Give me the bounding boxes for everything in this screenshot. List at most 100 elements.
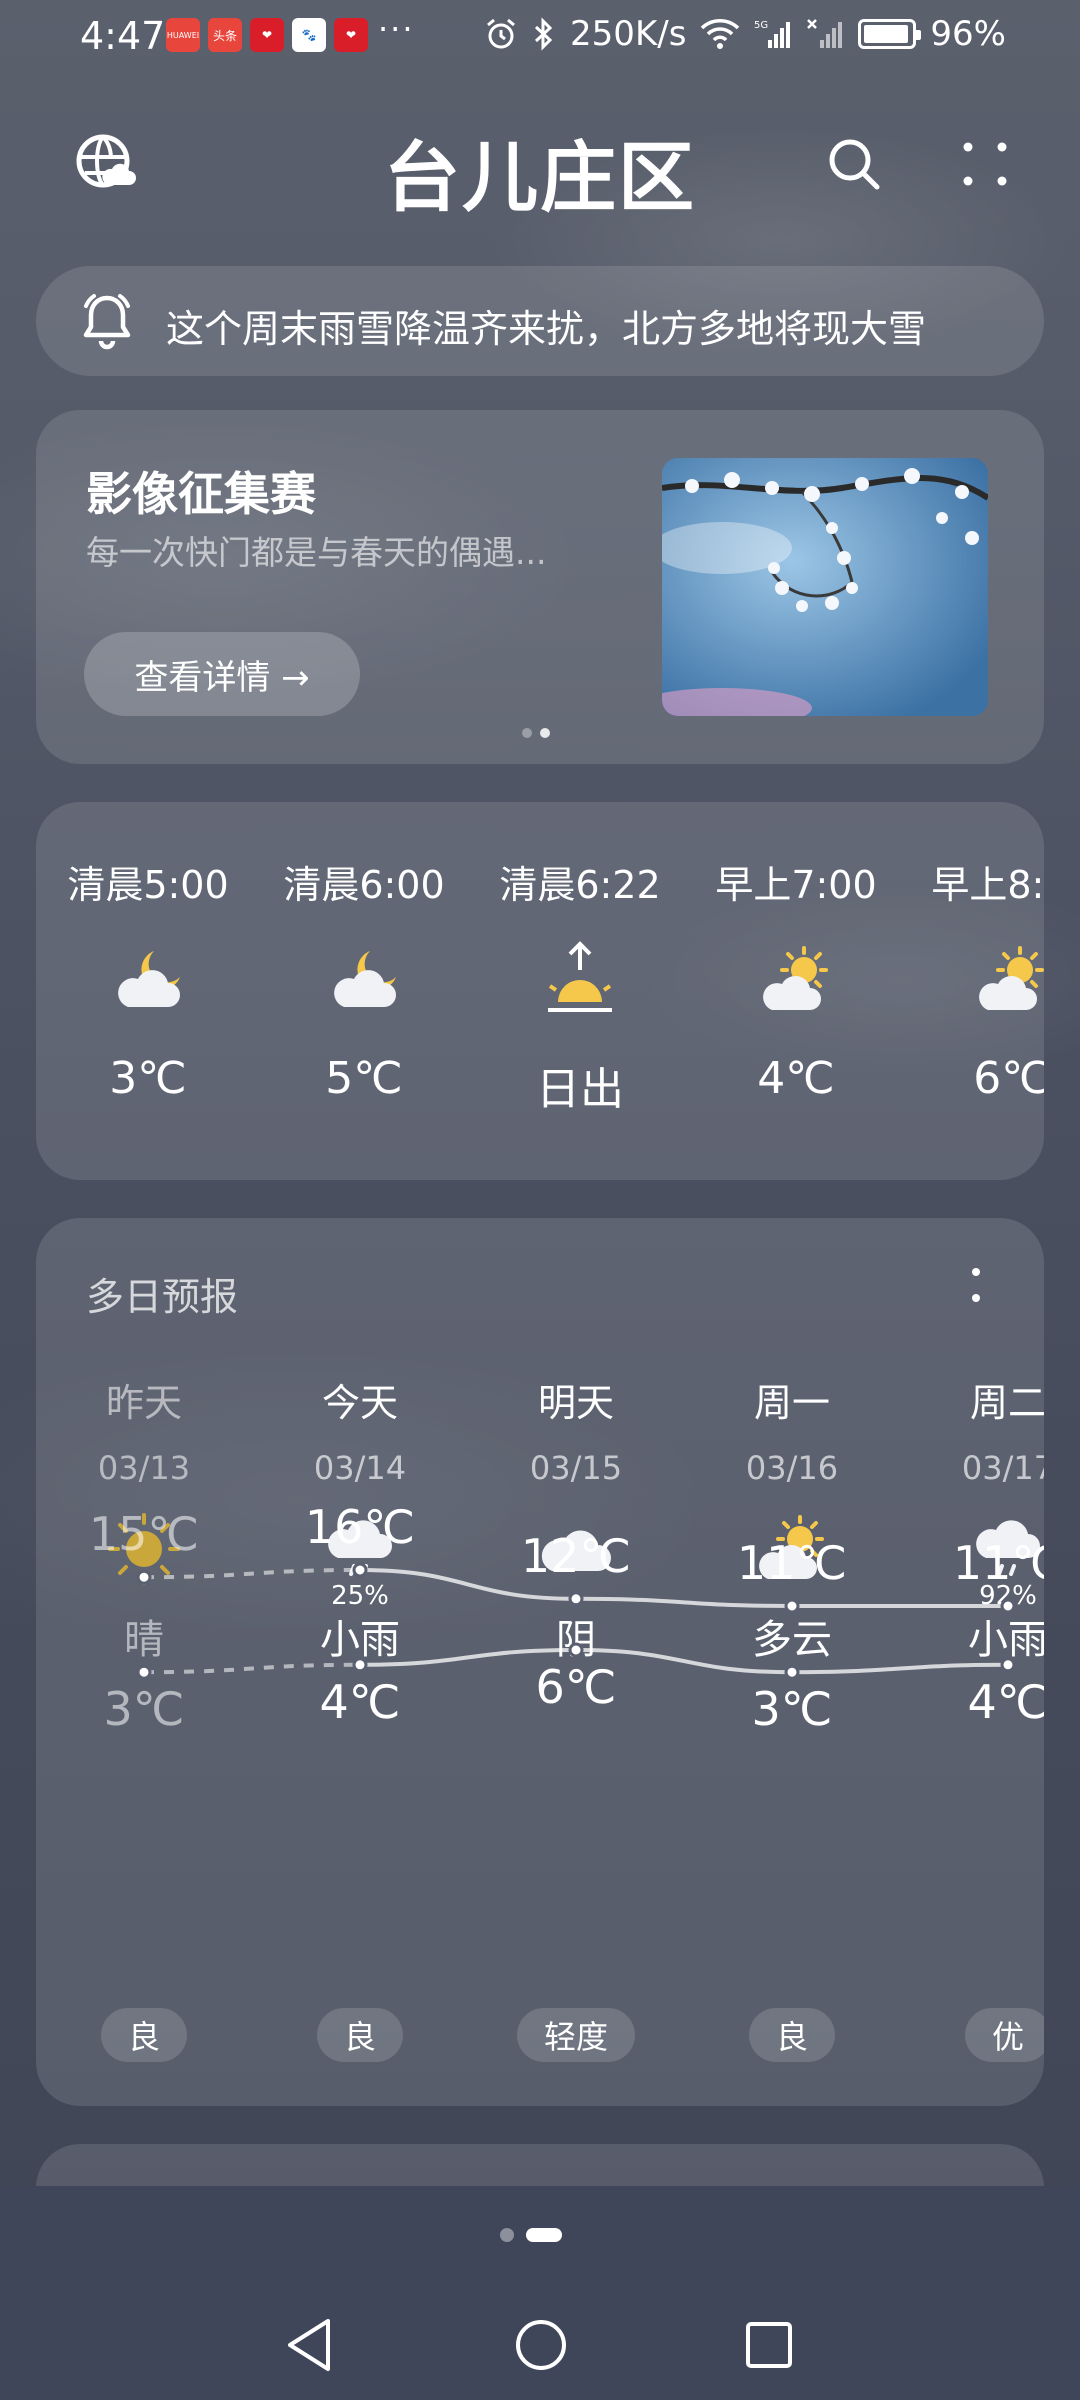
hour-temp: 6℃ (973, 1053, 1044, 1104)
day-date: 03/13 (97, 1449, 191, 1487)
hourly-item: 早上8:00 6℃ (912, 854, 1044, 1104)
carousel-indicator (522, 728, 550, 738)
hour-time: 清晨6:22 (499, 863, 661, 907)
low-temp-label: 6℃ (535, 1660, 617, 1714)
battery-icon (858, 19, 922, 49)
day-label: 明天 (537, 1381, 614, 1425)
weather-label: 晴 (124, 1617, 164, 1663)
view-details-button[interactable]: 查看详情 → (84, 632, 360, 716)
hour-time: 清晨5:00 (67, 863, 229, 907)
more-dots-icon (963, 142, 1007, 186)
app-header: 台儿庄区 (0, 110, 1080, 222)
home-button[interactable] (506, 2310, 576, 2380)
sunrise-icon (548, 941, 612, 1012)
aqi-badge: 良 (101, 2008, 187, 2062)
hour-temp: 4℃ (757, 1053, 835, 1104)
past-temp-line (143, 1662, 361, 1675)
low-temp-label: 3℃ (751, 1682, 833, 1737)
search-icon (829, 139, 880, 190)
status-bar: 4:47 HUAWEI 头条 ❤ 🐾 ❤ ··· 250K/s 5G 96% (0, 0, 1080, 72)
back-button[interactable] (274, 2310, 344, 2380)
hour-temp: 5℃ (325, 1053, 403, 1104)
more-menu-button[interactable] (945, 124, 1025, 204)
toutiao-app-icon: 头条 (208, 18, 242, 52)
huawei-app-icon: HUAWEI (166, 18, 200, 52)
city-title: 台儿庄区 (384, 133, 696, 222)
hourly-item: 清晨6:00 5℃ (264, 854, 464, 1104)
back-triangle-icon (288, 2319, 330, 2371)
page-indicator (500, 2228, 562, 2242)
high-temp-label: 11℃ (952, 1536, 1044, 1590)
day-column[interactable]: 明天 03/15 阴 (476, 1372, 676, 1665)
baidu-app-icon: 🐾 (292, 18, 326, 52)
battery-percent: 96% (930, 14, 1006, 54)
moon-cloud-icon (118, 951, 180, 1007)
hour-time: 清晨6:00 (283, 863, 445, 907)
weather-label: 小雨 (320, 1617, 400, 1663)
bluetooth-icon (535, 17, 553, 51)
network-speed: 250K/s (570, 14, 687, 54)
sun-cloud-icon (763, 946, 828, 1010)
photo-contest-card[interactable]: 影像征集赛 每一次快门都是与春天的偶遇... 查看详情 → (36, 410, 1044, 764)
aqi-badge: 优 (965, 2008, 1044, 2062)
daily-forecast-card[interactable]: 多日预报 昨天 03/13 晴 今天 03/14 25% 小雨 明天 03/15… (36, 1218, 1044, 2106)
alarm-icon (487, 18, 516, 49)
aqi-badge: 良 (749, 2008, 835, 2062)
search-button[interactable] (814, 124, 894, 204)
precip-chance: 25% (331, 1581, 389, 1611)
hourly-item: 早上7:00 4℃ (696, 854, 896, 1104)
high-temp-label: 15℃ (88, 1507, 200, 1562)
heart-app-icon: ❤ (334, 18, 368, 52)
hour-time: 早上8:00 (931, 863, 1044, 907)
low-temp-label: 3℃ (103, 1682, 185, 1737)
day-label: 周一 (753, 1381, 830, 1425)
recents-button[interactable] (734, 2310, 804, 2380)
hour-temp: 3℃ (109, 1053, 187, 1104)
weather-label: 阴 (556, 1617, 596, 1663)
news-headline: 这个周末雨雪降温齐来扰，北方多地将现大雪 (166, 307, 927, 351)
heart-app-icon: ❤ (250, 18, 284, 52)
daily-forecast-title: 多日预报 (86, 1275, 239, 1319)
temp-point (136, 1664, 152, 1680)
high-temp-label: 11℃ (736, 1536, 848, 1590)
sunrise-label: 日出 (536, 1064, 624, 1115)
day-column[interactable]: 周二 03/17 92% 小雨 (908, 1372, 1044, 1665)
high-temp-label: 16℃ (304, 1500, 416, 1554)
status-indicators: 250K/s 5G 96% (484, 14, 1006, 54)
notification-app-icons: HUAWEI 头条 ❤ 🐾 ❤ (166, 18, 368, 52)
weather-label: 多云 (752, 1617, 832, 1663)
promo-subtitle: 每一次快门都是与春天的偶遇... (86, 533, 547, 572)
day-date: 03/16 (745, 1449, 839, 1487)
hour-time: 早上7:00 (715, 863, 877, 907)
weather-news-banner[interactable]: 这个周末雨雪降温齐来扰，北方多地将现大雪 (36, 266, 1044, 376)
weather-label: 小雨 (968, 1617, 1044, 1663)
spring-blossom-image[interactable] (662, 458, 988, 716)
promo-title: 影像征集赛 (86, 467, 316, 521)
moon-cloud-icon (334, 951, 396, 1007)
day-date: 03/15 (529, 1449, 623, 1487)
sun-cloud-icon (979, 946, 1044, 1010)
low-temp-label: 4℃ (967, 1674, 1044, 1729)
aqi-badge: 良 (317, 2008, 403, 2062)
day-label: 今天 (321, 1381, 398, 1425)
svg-text:5G: 5G (754, 20, 768, 31)
hourly-forecast-card[interactable]: 清晨5:00 3℃ 清晨6:00 5℃ 清晨6:22 日出 早上7:00 4℃ … (36, 802, 1044, 1180)
signal-no-service-icon (807, 19, 843, 48)
home-circle-icon (516, 2320, 566, 2370)
day-date: 03/14 (313, 1449, 407, 1487)
wifi-icon (701, 19, 740, 49)
daily-more-icon[interactable] (966, 1264, 986, 1308)
day-date: 03/17 (961, 1449, 1044, 1487)
day-column[interactable]: 周一 03/16 多云 (692, 1372, 892, 1665)
aqi-badge: 轻度 (517, 2008, 635, 2062)
bell-icon (83, 294, 131, 350)
day-label: 周二 (969, 1381, 1044, 1425)
more-notifications-icon: ··· (378, 10, 415, 48)
status-time: 4:47 (80, 14, 166, 58)
signal-5g-icon: 5G (754, 20, 791, 48)
low-temp-label: 4℃ (319, 1674, 401, 1729)
high-temp-label: 12℃ (520, 1528, 632, 1583)
hourly-item: 清晨5:00 3℃ (48, 854, 248, 1104)
recents-square-icon (746, 2322, 792, 2368)
day-label: 昨天 (105, 1381, 182, 1425)
